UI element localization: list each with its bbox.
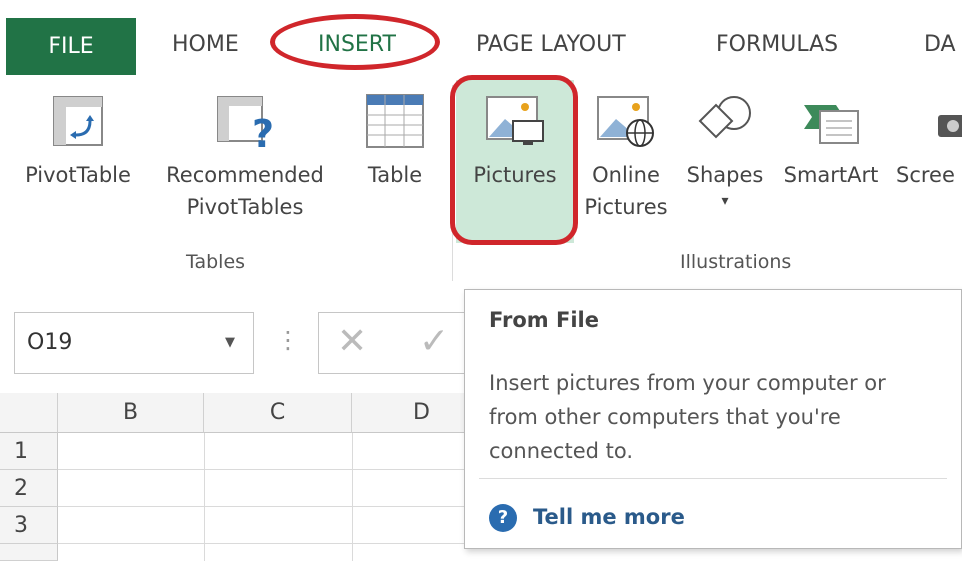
row-header-2[interactable]: 2 bbox=[0, 470, 58, 507]
grid-line bbox=[58, 506, 468, 507]
table-button[interactable]: Table bbox=[350, 75, 440, 191]
row-header-4[interactable] bbox=[0, 544, 58, 561]
pivottable-icon bbox=[53, 96, 103, 146]
smartart-button[interactable]: SmartArt bbox=[776, 75, 886, 191]
tab-page-layout[interactable]: PAGE LAYOUT bbox=[476, 20, 626, 70]
recommended-pivottables-button[interactable]: ? Recommended PivotTables bbox=[150, 75, 340, 223]
svg-text:?: ? bbox=[252, 112, 274, 151]
online-pictures-button[interactable]: Online Pictures bbox=[578, 75, 674, 223]
enter-icon[interactable]: ✓ bbox=[419, 321, 449, 362]
select-all-corner[interactable] bbox=[0, 393, 58, 433]
group-label-illustrations: Illustrations bbox=[680, 251, 792, 273]
name-box-value: O19 bbox=[27, 330, 73, 355]
smartart-icon bbox=[804, 105, 859, 144]
row-header-1[interactable]: 1 bbox=[0, 433, 58, 470]
online-label-1: Online bbox=[592, 163, 660, 187]
name-box[interactable]: O19 ▼ bbox=[14, 312, 254, 374]
group-label-tables: Tables bbox=[186, 251, 246, 273]
shapes-dropdown-icon[interactable]: ▾ bbox=[680, 191, 770, 211]
table-icon bbox=[366, 94, 424, 148]
tab-file[interactable]: FILE bbox=[6, 18, 136, 75]
grid-line bbox=[352, 433, 353, 561]
table-label: Table bbox=[367, 163, 423, 187]
column-header-b[interactable]: B bbox=[58, 393, 204, 433]
chevron-down-icon[interactable]: ▼ bbox=[225, 313, 235, 373]
tab-formulas[interactable]: FORMULAS bbox=[716, 20, 838, 70]
tab-data[interactable]: DA bbox=[924, 20, 956, 70]
pictures-highlight-ring bbox=[450, 75, 578, 245]
recommended-pivottables-icon: ? bbox=[217, 96, 274, 151]
tooltip-body: Insert pictures from your computer or fr… bbox=[489, 371, 886, 463]
pivottable-label: PivotTable bbox=[25, 163, 131, 187]
pivottable-button[interactable]: PivotTable bbox=[8, 75, 148, 191]
smartart-label: SmartArt bbox=[783, 163, 879, 187]
grid-line bbox=[58, 543, 468, 544]
grid-line bbox=[58, 469, 468, 470]
grid-line bbox=[204, 433, 205, 561]
shapes-button[interactable]: Shapes ▾ bbox=[680, 75, 770, 211]
tab-home[interactable]: HOME bbox=[172, 20, 239, 70]
recommended-label-2: PivotTables bbox=[186, 195, 304, 219]
online-pictures-icon bbox=[597, 96, 654, 147]
tooltip-title: From File bbox=[489, 308, 599, 332]
tell-me-more-label: Tell me more bbox=[533, 505, 685, 529]
ribbon-insert: PivotTable ? Recommended PivotTables Tab… bbox=[0, 75, 962, 294]
pictures-tooltip: From File Insert pictures from your comp… bbox=[464, 289, 962, 549]
recommended-label-1: Recommended bbox=[166, 163, 324, 187]
column-header-c[interactable]: C bbox=[204, 393, 352, 433]
cancel-icon[interactable]: ✕ bbox=[337, 321, 367, 362]
tell-me-more-link[interactable]: ? Tell me more bbox=[489, 500, 685, 534]
insert-tab-highlight-circle bbox=[270, 14, 440, 70]
shapes-label: Shapes bbox=[686, 163, 764, 187]
formula-bar-grip-icon[interactable]: ⋮ bbox=[276, 326, 300, 354]
shapes-icon bbox=[698, 96, 751, 139]
camera-icon bbox=[938, 115, 962, 137]
help-icon: ? bbox=[489, 504, 517, 532]
row-header-3[interactable]: 3 bbox=[0, 507, 58, 544]
ribbon-tab-bar: FILE HOME INSERT PAGE LAYOUT FORMULAS DA bbox=[0, 0, 962, 75]
tooltip-divider bbox=[479, 478, 947, 479]
screenshot-label: Scree bbox=[896, 163, 955, 187]
screenshot-button[interactable]: Scree bbox=[896, 75, 962, 191]
online-label-2: Pictures bbox=[584, 195, 668, 219]
